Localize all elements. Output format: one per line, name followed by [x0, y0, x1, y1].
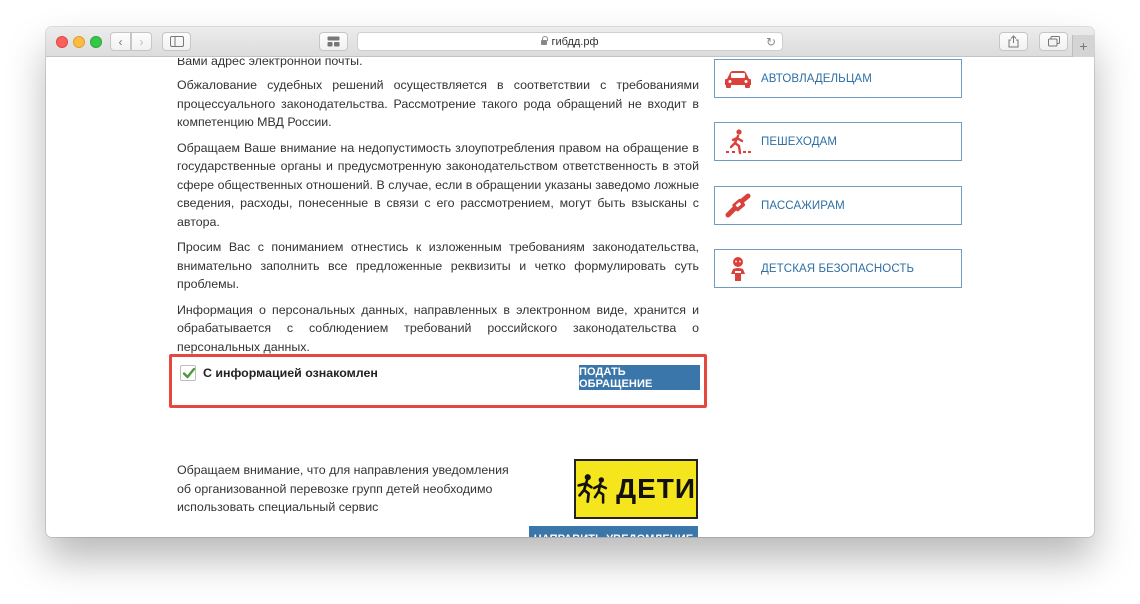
- info-paragraph: Вами адрес электронной почты.: [177, 58, 363, 68]
- sidebar-item-passengers[interactable]: ПАССАЖИРАМ: [714, 186, 962, 225]
- sidebar-item-car-owners[interactable]: АВТОВЛАДЕЛЬЦАМ: [714, 59, 962, 98]
- back-button[interactable]: ‹: [110, 32, 131, 51]
- browser-window: ‹ › гибдд.рф ↻ + Вами адрес электронной …: [46, 27, 1094, 537]
- new-tab-button[interactable]: +: [1072, 35, 1094, 57]
- info-paragraph: Информация о персональных данных, направ…: [177, 302, 699, 354]
- tab-grid-button[interactable]: [319, 32, 348, 51]
- tab-overview-button[interactable]: [1039, 32, 1068, 51]
- sidebar-item-label: АВТОВЛАДЕЛЬЦАМ: [761, 72, 872, 85]
- zoom-window-button[interactable]: [90, 36, 102, 48]
- address-bar[interactable]: гибдд.рф ↻: [357, 32, 783, 51]
- sidebar-item-label: ПЕШЕХОДАМ: [761, 135, 838, 148]
- children-sign-text: ДЕТИ: [616, 473, 696, 504]
- children-transport-notice: Обращаем внимание, что для направления у…: [177, 463, 509, 514]
- consent-checkbox[interactable]: [180, 365, 196, 381]
- share-button[interactable]: [999, 32, 1028, 51]
- minimize-window-button[interactable]: [73, 36, 85, 48]
- checkmark-icon: [182, 367, 196, 379]
- appeal-info-text: Вами адрес электронной почты. Обжаловани…: [177, 58, 699, 363]
- sidebar-toggle-button[interactable]: [162, 32, 191, 51]
- car-icon: [715, 60, 761, 97]
- forward-button[interactable]: ›: [131, 32, 152, 51]
- browser-toolbar: ‹ › гибдд.рф ↻ +: [46, 27, 1094, 57]
- share-icon: [1008, 35, 1019, 48]
- grid-icon: [327, 36, 340, 47]
- sidebar-item-label: ДЕТСКАЯ БЕЗОПАСНОСТЬ: [761, 262, 915, 275]
- info-paragraph: Просим Вас с пониманием отнестись к изло…: [177, 240, 699, 291]
- tabs-icon: [1047, 36, 1060, 47]
- sidebar-item-pedestrians[interactable]: ПЕШЕХОДАМ: [714, 122, 962, 161]
- info-paragraph: Обжалование судебных решений осуществляе…: [177, 78, 699, 129]
- close-window-button[interactable]: [56, 36, 68, 48]
- consent-label: С информацией ознакомлен: [203, 366, 378, 380]
- sidebar-icon: [169, 36, 184, 47]
- seatbelt-icon: [715, 187, 761, 224]
- chevron-left-icon: ‹: [118, 34, 123, 49]
- address-text: гибдд.рф: [551, 35, 599, 48]
- page-content: Вами адрес электронной почты. Обжаловани…: [46, 58, 1094, 537]
- info-paragraph: Обращаем Ваше внимание на недопустимость…: [177, 140, 699, 229]
- sidebar-item-label: ПАССАЖИРАМ: [761, 199, 845, 212]
- consent-section: С информацией ознакомлен ПОДАТЬ ОБРАЩЕНИ…: [169, 354, 707, 408]
- child-icon: [715, 250, 761, 287]
- pedestrian-icon: [715, 123, 761, 160]
- send-notification-button[interactable]: НАПРАВИТЬ УВЕДОМЛЕНИЕ: [529, 526, 698, 537]
- submit-appeal-button[interactable]: ПОДАТЬ ОБРАЩЕНИЕ: [579, 365, 700, 390]
- running-children-icon: [577, 474, 608, 504]
- reload-icon[interactable]: ↻: [766, 35, 776, 49]
- sidebar-item-child-safety[interactable]: ДЕТСКАЯ БЕЗОПАСНОСТЬ: [714, 249, 962, 288]
- chevron-right-icon: ›: [139, 34, 144, 49]
- children-sign-banner[interactable]: ДЕТИ: [574, 459, 698, 519]
- lock-icon: [541, 36, 549, 45]
- plus-icon: +: [1079, 38, 1088, 54]
